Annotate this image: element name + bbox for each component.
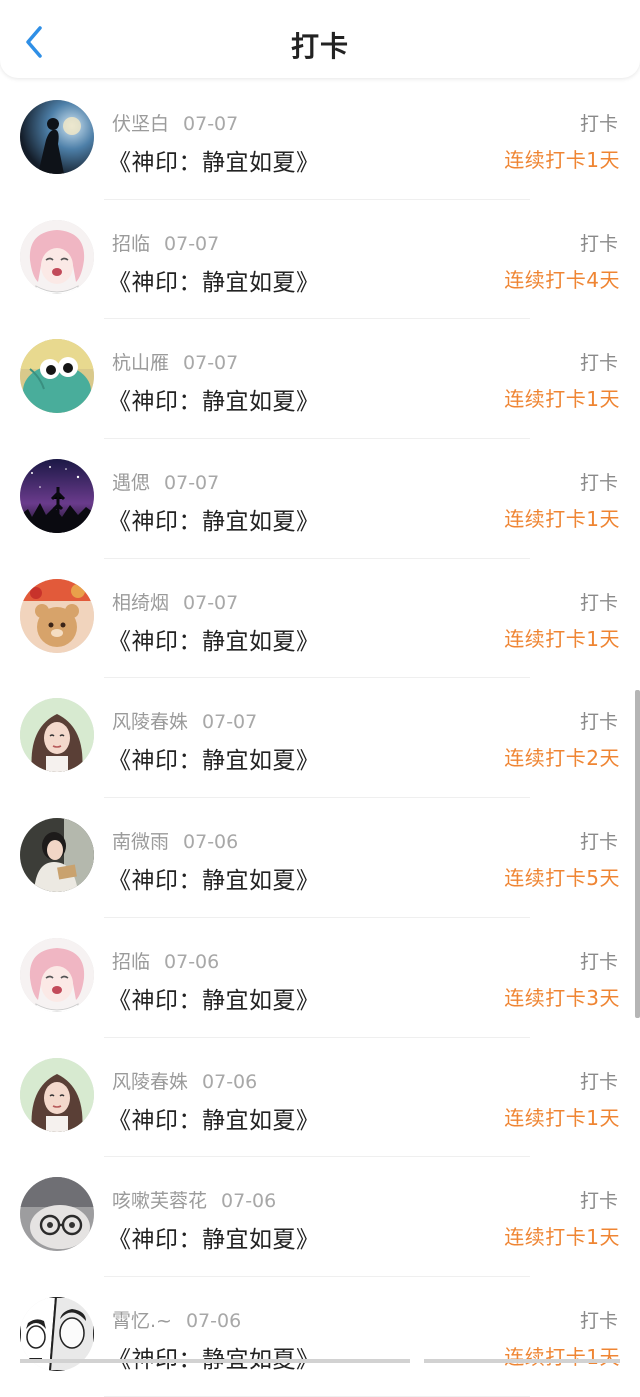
checkin-label: 打卡 [579,591,618,614]
scrollbar[interactable] [635,690,640,1018]
avatar[interactable] [20,459,94,534]
streak-count: 连续打卡3天 [504,985,620,1010]
streak-count: 连续打卡1天 [504,626,620,651]
checkin-label: 打卡 [579,711,618,734]
checkin-label: 打卡 [579,950,618,973]
checkin-row[interactable]: 霄忆.~ 07-06 《神印：静宜如夏》 打卡 连续打卡1天 [0,1277,640,1397]
checkin-label: 打卡 [579,1190,618,1213]
book-title: 《神印：静宜如夏》 [108,509,320,536]
user-name[interactable]: 招临 [112,233,150,255]
book-title: 《神印：静宜如夏》 [108,269,320,296]
checkin-list[interactable]: 伏坚白 07-07 《神印：静宜如夏》 打卡 连续打卡1天 招临 07-07 《神印… [0,80,640,1397]
avatar[interactable] [20,818,94,893]
book-title: 《神印：静宜如夏》 [108,628,320,655]
checkin-label: 打卡 [579,232,618,255]
user-name[interactable]: 伏坚白 [112,113,169,135]
bottom-edge [0,1359,640,1363]
checkin-row[interactable]: 遇偲 07-07 《神印：静宜如夏》 打卡 连续打卡1天 [0,439,640,559]
checkin-date: 07-06 [185,1309,242,1332]
streak-count: 连续打卡1天 [504,148,620,172]
streak-count: 连续打卡4天 [504,267,620,292]
checkin-row[interactable]: 相绮烟 07-07 《神印：静宜如夏》 打卡 连续打卡1天 [0,559,640,679]
checkin-date: 07-06 [202,1070,258,1093]
checkin-row[interactable]: 南微雨 07-06 《神印：静宜如夏》 打卡 连续打卡5天 [0,798,640,918]
checkin-row[interactable]: 杭山雁 07-07 《神印：静宜如夏》 打卡 连续打卡1天 [0,319,640,440]
header-bar: 打卡 [0,0,640,78]
checkin-date: 07-07 [164,232,220,255]
checkin-date: 07-07 [183,113,239,135]
streak-count: 连续打卡1天 [504,1225,620,1250]
checkin-date: 07-06 [164,950,220,973]
book-title: 《神印：静宜如夏》 [108,748,320,775]
divider [104,1395,530,1397]
avatar[interactable] [20,698,94,773]
book-title: 《神印：静宜如夏》 [108,1227,320,1254]
book-title: 《神印：静宜如夏》 [108,150,320,176]
avatar[interactable] [20,219,94,294]
user-name[interactable]: 南微雨 [112,831,169,853]
avatar[interactable] [20,578,94,653]
avatar[interactable] [20,339,94,414]
user-name[interactable]: 风陵春姝 [112,711,188,733]
avatar[interactable] [20,937,94,1012]
checkin-row[interactable]: 风陵春姝 07-06 《神印：静宜如夏》 打卡 连续打卡1天 [0,1038,640,1158]
checkin-row[interactable]: 伏坚白 07-07 《神印：静宜如夏》 打卡 连续打卡1天 [0,80,640,200]
book-title: 《神印：静宜如夏》 [108,987,320,1014]
checkin-date: 07-07 [183,352,239,375]
checkin-date: 07-07 [183,591,239,614]
book-title: 《神印：静宜如夏》 [108,868,320,895]
book-title: 《神印：静宜如夏》 [108,1107,320,1134]
checkin-label: 打卡 [579,352,618,375]
avatar[interactable] [20,1057,94,1132]
book-title: 《神印：静宜如夏》 [108,1346,320,1373]
streak-count: 连续打卡2天 [504,746,620,771]
checkin-label: 打卡 [579,1070,618,1093]
avatar[interactable] [20,100,94,174]
user-name[interactable]: 霄忆.~ [112,1310,172,1332]
page-title: 打卡 [290,30,349,63]
user-name[interactable]: 遇偲 [112,472,150,494]
checkin-label: 打卡 [579,1309,618,1332]
streak-count: 连续打卡5天 [504,866,620,891]
streak-count: 连续打卡1天 [504,507,620,532]
streak-count: 连续打卡1天 [504,1105,620,1130]
checkin-label: 打卡 [579,113,618,135]
user-name[interactable]: 杭山雁 [112,352,169,374]
user-name[interactable]: 风陵春姝 [112,1071,188,1093]
checkin-label: 打卡 [579,831,618,854]
checkin-row[interactable]: 招临 07-06 《神印：静宜如夏》 打卡 连续打卡3天 [0,918,640,1038]
checkin-row[interactable]: 风陵春姝 07-07 《神印：静宜如夏》 打卡 连续打卡2天 [0,678,640,799]
user-name[interactable]: 咳嗽芙蓉花 [112,1190,207,1212]
streak-count: 连续打卡1天 [504,1344,620,1369]
checkin-label: 打卡 [579,472,618,495]
checkin-row[interactable]: 咳嗽芙蓉花 07-06 《神印：静宜如夏》 打卡 连续打卡1天 [0,1157,640,1277]
checkin-row[interactable]: 招临 07-07 《神印：静宜如夏》 打卡 连续打卡4天 [0,200,640,320]
streak-count: 连续打卡1天 [504,387,620,412]
book-title: 《神印：静宜如夏》 [108,389,320,416]
user-name[interactable]: 相绮烟 [112,592,169,614]
checkin-date: 07-06 [183,831,239,854]
checkin-date: 07-07 [164,472,220,495]
user-name[interactable]: 招临 [112,951,150,973]
avatar[interactable] [20,1177,94,1252]
checkin-date: 07-07 [202,711,258,734]
checkin-date: 07-06 [221,1190,277,1213]
